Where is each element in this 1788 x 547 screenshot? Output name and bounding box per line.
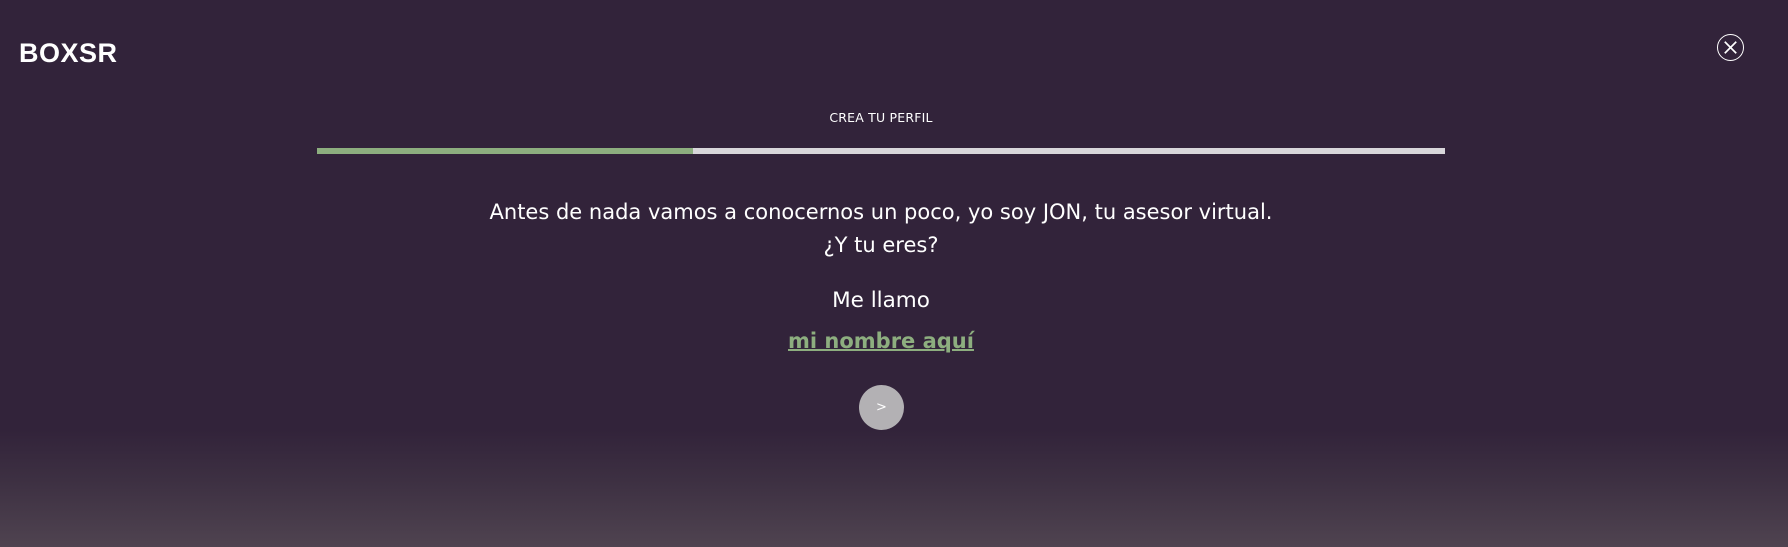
brand-logo: BOXSR: [19, 38, 118, 68]
progress-bar: [317, 148, 1445, 154]
close-icon: [1724, 41, 1737, 54]
progress-bar-fill: [317, 148, 693, 154]
intro-message: Antes de nada vamos a conocernos un poco…: [0, 196, 1762, 262]
step-title: CREA TU PERFIL: [829, 110, 933, 125]
close-button[interactable]: [1717, 34, 1744, 61]
intro-question: ¿Y tu eres?: [823, 233, 939, 257]
name-input[interactable]: [731, 324, 1031, 358]
next-button[interactable]: >: [859, 385, 904, 430]
intro-line-1: Antes de nada vamos a conocernos un poco…: [489, 200, 1273, 224]
name-label: Me llamo: [832, 288, 930, 313]
